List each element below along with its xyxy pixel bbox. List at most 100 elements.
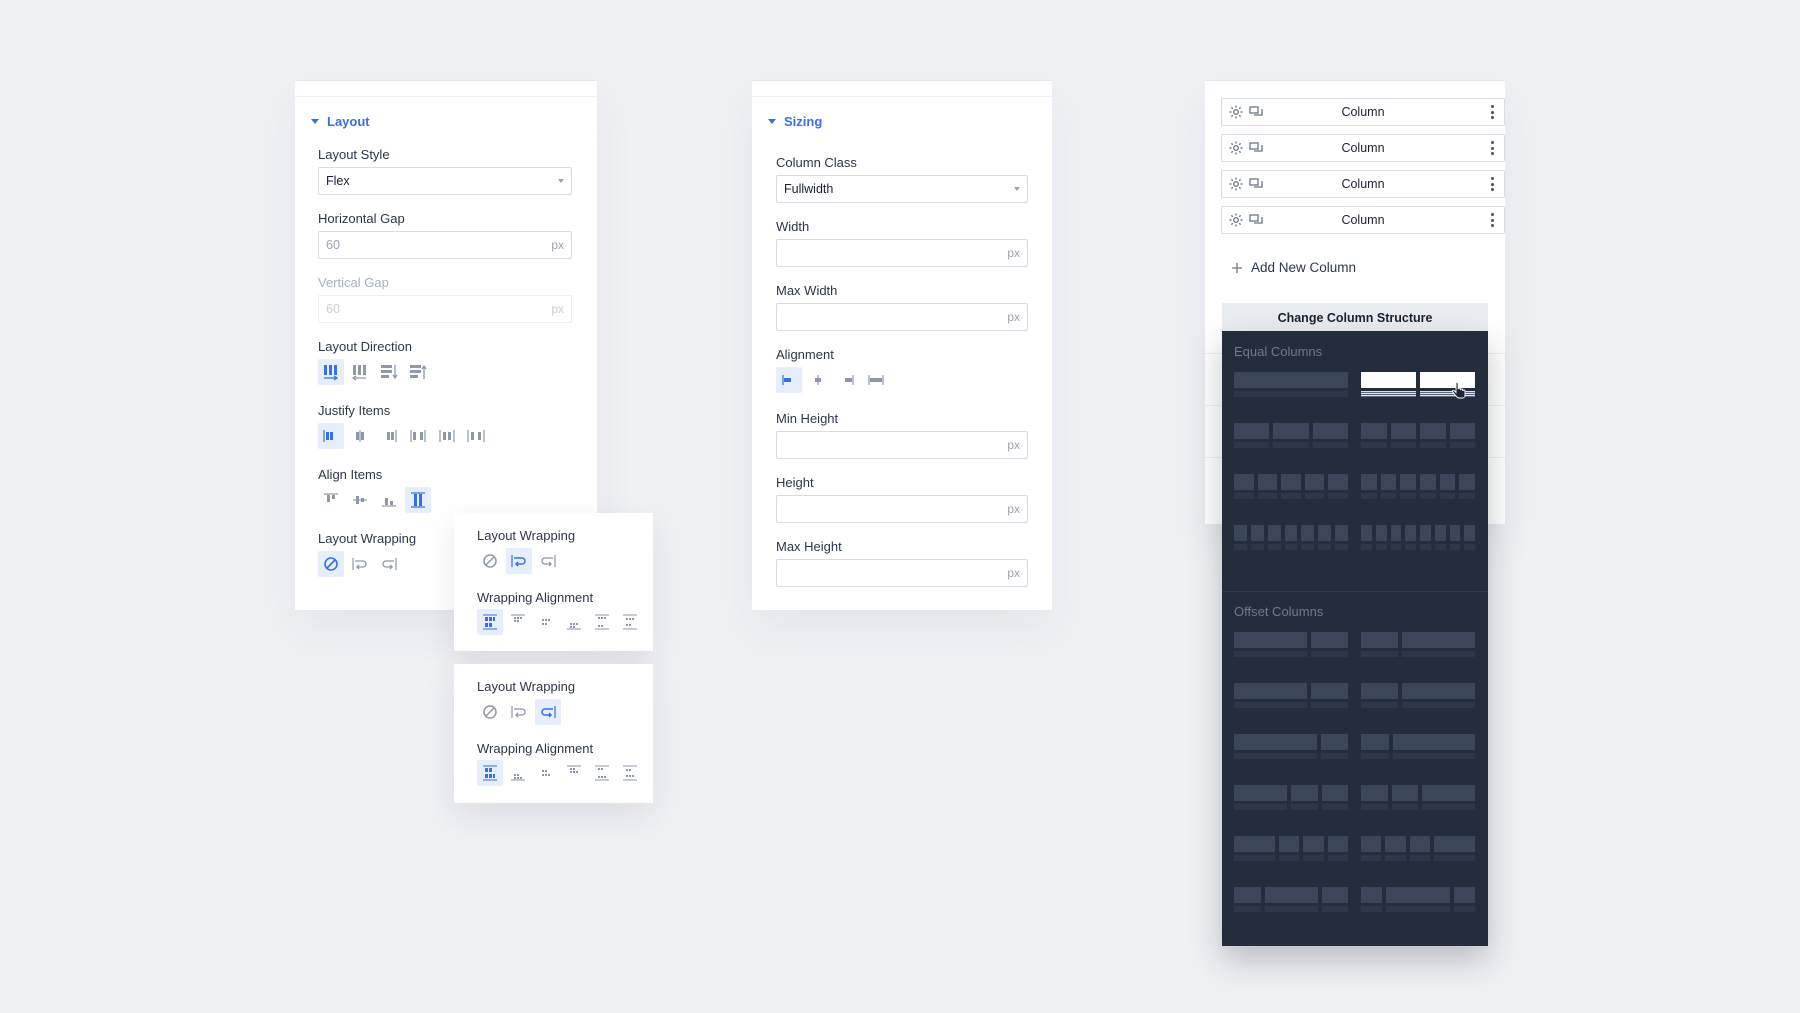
layout-style-select[interactable]: Flex (318, 167, 572, 195)
duplicate-icon[interactable] (1248, 104, 1264, 120)
width-input[interactable]: px (776, 239, 1028, 267)
offset-columns-preset[interactable] (1232, 782, 1350, 814)
change-column-structure-button[interactable]: Change Column Structure (1222, 303, 1488, 333)
direction-row-button[interactable] (318, 359, 344, 385)
offset-columns-preset[interactable] (1359, 629, 1477, 661)
align-end-button[interactable] (376, 487, 402, 513)
offset-columns-preset[interactable] (1232, 833, 1350, 865)
equal-columns-preset[interactable] (1359, 522, 1477, 554)
equal-columns-preset[interactable] (1359, 420, 1477, 452)
align-center-button[interactable] (347, 487, 373, 513)
popup-wrap-reverse-button[interactable] (535, 548, 561, 574)
column-class-select[interactable]: Fullwidth (776, 175, 1028, 203)
justify-space-around-button[interactable] (434, 423, 460, 449)
justify-space-between-button[interactable] (405, 423, 431, 449)
duplicate-icon[interactable] (1248, 176, 1264, 192)
align-middle-icon (815, 375, 821, 385)
align-right-button[interactable] (834, 367, 860, 393)
popup-no-wrap-button[interactable] (477, 548, 503, 574)
popup2-wrap-reverse-button[interactable] (535, 699, 561, 725)
max-width-input[interactable]: px (776, 303, 1028, 331)
wrap-align-end-icon (567, 623, 581, 630)
vertical-gap-value: 60 (326, 302, 340, 316)
popup-wrap-button[interactable] (506, 548, 532, 574)
align-left-button[interactable] (776, 367, 802, 393)
equal-columns-preset[interactable] (1232, 471, 1350, 503)
sizing-section-header[interactable]: Sizing (768, 114, 822, 129)
min-height-input[interactable]: px (776, 431, 1028, 459)
add-new-column-button[interactable]: Add New Column (1231, 260, 1356, 275)
wrap-reverse-button[interactable] (376, 551, 402, 577)
wrap-reverse-icon (382, 558, 397, 570)
more-options-icon[interactable] (1491, 213, 1494, 227)
equal-columns-preset[interactable] (1359, 471, 1477, 503)
wrap-button[interactable] (347, 551, 373, 577)
justify-items-group (318, 423, 489, 449)
max-height-input[interactable]: px (776, 559, 1028, 587)
justify-center-button[interactable] (347, 423, 373, 449)
offset-columns-preset[interactable] (1359, 884, 1477, 916)
wrap-align-space-between-icon (595, 765, 609, 781)
direction-column-reverse-button[interactable] (405, 359, 431, 385)
popup-wrapping-alignment-group (477, 609, 643, 635)
offset-columns-preset[interactable] (1359, 833, 1477, 865)
layout-direction-label: Layout Direction (318, 339, 412, 354)
popup2-wrap-align-start-button[interactable] (505, 760, 531, 786)
justify-start-button[interactable] (318, 423, 344, 449)
align-start-icon (324, 493, 338, 502)
justify-end-button[interactable] (376, 423, 402, 449)
column-label: Column (1341, 177, 1385, 191)
align-full-button[interactable] (863, 367, 889, 393)
duplicate-icon[interactable] (1248, 212, 1264, 228)
direction-column-button[interactable] (376, 359, 402, 385)
wrap-align-end-button[interactable] (561, 609, 587, 635)
more-options-icon[interactable] (1491, 105, 1494, 119)
column-item[interactable]: Column (1221, 98, 1505, 126)
more-options-icon[interactable] (1491, 141, 1494, 155)
duplicate-icon[interactable] (1248, 140, 1264, 156)
column-item[interactable]: Column (1221, 170, 1505, 198)
wrap-align-stretch-button[interactable] (477, 609, 503, 635)
popup2-wrap-align-end-button[interactable] (561, 760, 587, 786)
popup2-wrap-align-center-button[interactable] (533, 760, 559, 786)
wrap-align-center-button[interactable] (533, 609, 559, 635)
align-start-button[interactable] (318, 487, 344, 513)
equal-columns-preset[interactable] (1232, 522, 1350, 554)
more-options-icon[interactable] (1491, 177, 1494, 191)
wrap-align-space-between-button[interactable] (589, 609, 615, 635)
justify-space-evenly-button[interactable] (463, 423, 489, 449)
offset-columns-preset[interactable] (1359, 782, 1477, 814)
direction-column-icon (381, 365, 398, 380)
column-item[interactable]: Column (1221, 134, 1505, 162)
gear-icon[interactable] (1228, 212, 1244, 228)
offset-columns-preset[interactable] (1232, 629, 1350, 661)
horizontal-gap-input[interactable]: 60 px (318, 231, 572, 259)
offset-columns-preset[interactable] (1232, 680, 1350, 712)
equal-columns-preset[interactable] (1232, 369, 1350, 401)
popup2-wrap-align-stretch-button[interactable] (477, 760, 503, 786)
layout-section-header[interactable]: Layout (311, 114, 370, 129)
offset-columns-preset[interactable] (1359, 731, 1477, 763)
popup2-wrap-button[interactable] (506, 699, 532, 725)
popup2-wrap-align-space-around-button[interactable] (617, 760, 643, 786)
offset-columns-preset[interactable] (1359, 680, 1477, 712)
wrap-align-center-icon (542, 619, 550, 625)
equal-columns-preset[interactable] (1232, 420, 1350, 452)
popup2-no-wrap-button[interactable] (477, 699, 503, 725)
offset-columns-preset[interactable] (1232, 884, 1350, 916)
column-item[interactable]: Column (1221, 206, 1505, 234)
gear-icon[interactable] (1228, 140, 1244, 156)
equal-columns-title: Equal Columns (1234, 344, 1323, 359)
gear-icon[interactable] (1228, 104, 1244, 120)
height-input[interactable]: px (776, 495, 1028, 523)
wrap-align-start-button[interactable] (505, 609, 531, 635)
offset-columns-preset[interactable] (1232, 731, 1350, 763)
align-middle-button[interactable] (805, 367, 831, 393)
gear-icon[interactable] (1228, 176, 1244, 192)
align-stretch-button[interactable] (405, 487, 431, 513)
vertical-gap-input[interactable]: 60 px (318, 295, 572, 323)
wrap-align-space-around-button[interactable] (617, 609, 643, 635)
popup2-wrap-align-space-between-button[interactable] (589, 760, 615, 786)
direction-row-reverse-button[interactable] (347, 359, 373, 385)
no-wrap-button[interactable] (318, 551, 344, 577)
